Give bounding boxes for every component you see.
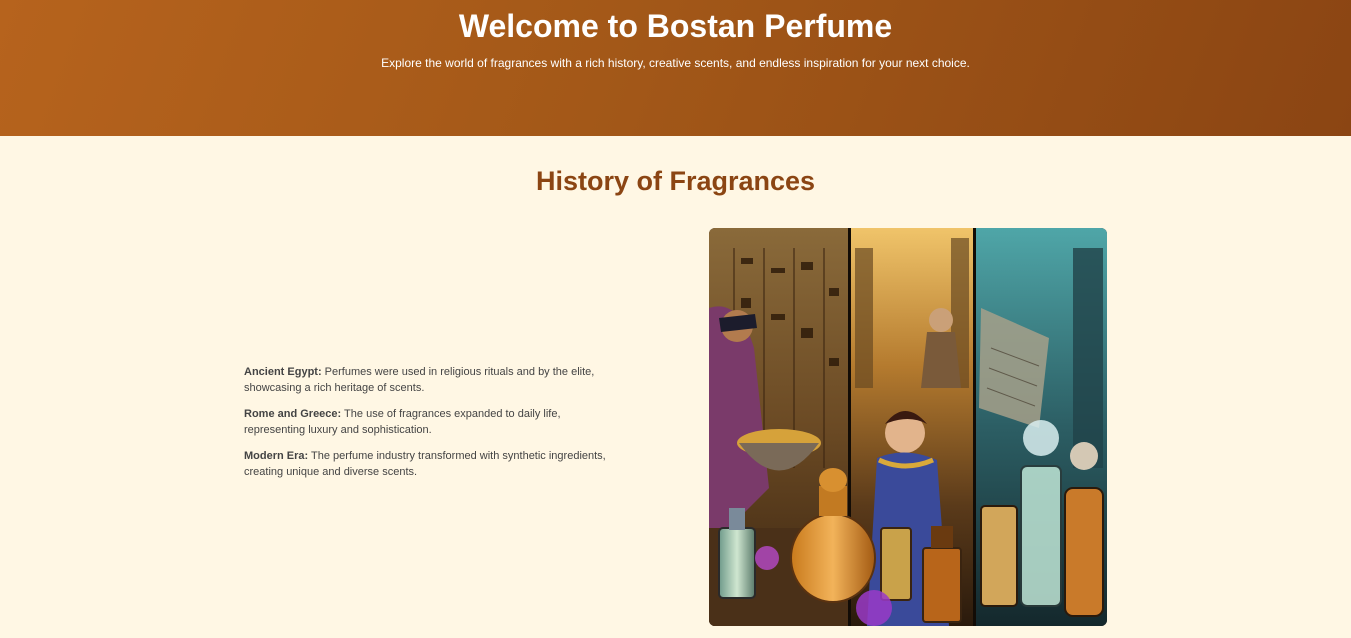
history-section-title: History of Fragrances: [535, 166, 816, 196]
hero-banner: Welcome to Bostan Perfume Explore the wo…: [0, 0, 1351, 136]
history-item-ancient-egypt: Ancient Egypt: Perfumes were used in rel…: [244, 364, 624, 396]
history-item-modern-era: Modern Era: The perfume industry transfo…: [244, 448, 624, 480]
hero-subtitle: Explore the world of fragrances with a r…: [381, 56, 970, 70]
history-item-label: Rome and Greece:: [244, 408, 342, 420]
history-list: Ancient Egypt: Perfumes were used in rel…: [244, 364, 624, 490]
history-illustration-image: [709, 228, 1107, 626]
hero-title: Welcome to Bostan Perfume: [458, 8, 893, 44]
history-item-rome-greece: Rome and Greece: The use of fragrances e…: [244, 406, 624, 438]
history-item-label: Modern Era:: [244, 450, 309, 462]
history-item-label: Ancient Egypt:: [244, 366, 322, 378]
perfume-history-illustration-icon: [709, 228, 1107, 626]
